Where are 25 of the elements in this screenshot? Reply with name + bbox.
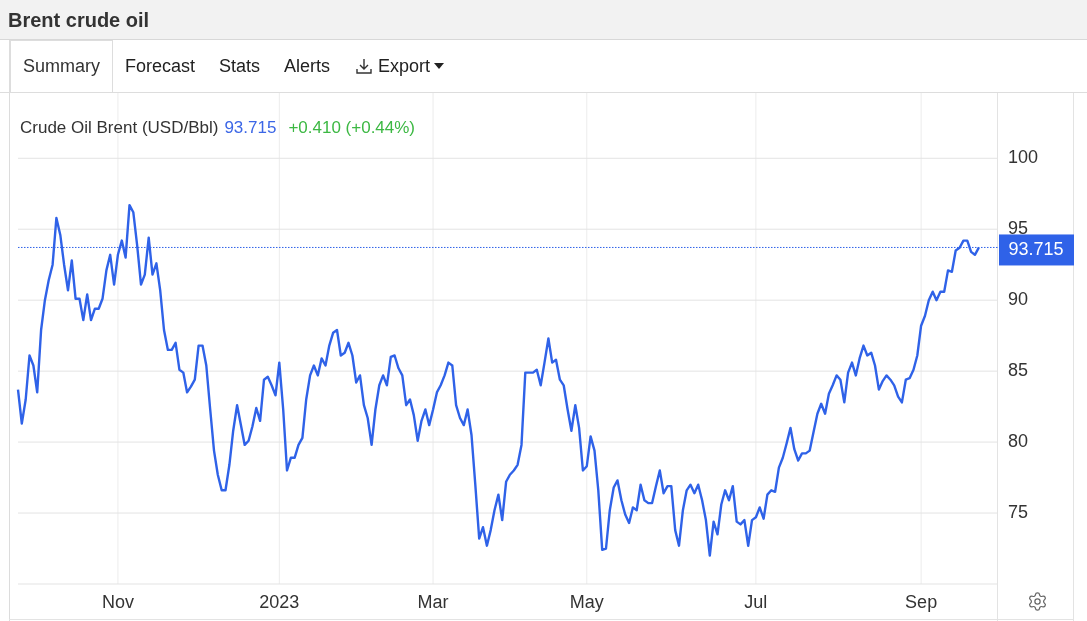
y-axis-label: 100 [1008, 147, 1039, 168]
page-title: Brent crude oil [8, 7, 150, 33]
price-tag-label: 93.715 [1008, 239, 1064, 260]
x-axis-label: Jul [744, 592, 768, 612]
price-change: +0.410 (+0.44%) [288, 117, 416, 139]
current-price: 93.715 [224, 117, 277, 139]
tab[interactable]: Summary [10, 40, 113, 92]
x-axis-label: Sep [905, 592, 938, 612]
y-axis-label: 75 [1008, 502, 1029, 523]
series-name: Crude Oil Brent (USD/Bbl) [20, 117, 219, 139]
y-axis-label: 95 [1008, 218, 1029, 239]
tab[interactable]: Alerts [272, 40, 343, 92]
x-axis-label: May [569, 592, 604, 612]
x-axis-label: Mar [417, 592, 449, 612]
download-icon [354, 56, 375, 76]
tab[interactable]: Forecast [113, 40, 208, 92]
caret-icon [434, 63, 445, 69]
y-axis-label: 80 [1008, 431, 1029, 452]
y-axis-label: 85 [1008, 360, 1029, 381]
settings-icon[interactable] [1027, 591, 1048, 612]
x-axis-label: 2023 [259, 592, 300, 612]
tab[interactable]: Stats [207, 40, 273, 92]
y-axis-label: 90 [1008, 289, 1029, 310]
x-axis-label: Nov [101, 592, 134, 612]
export-menu-button[interactable]: Export [342, 40, 457, 92]
